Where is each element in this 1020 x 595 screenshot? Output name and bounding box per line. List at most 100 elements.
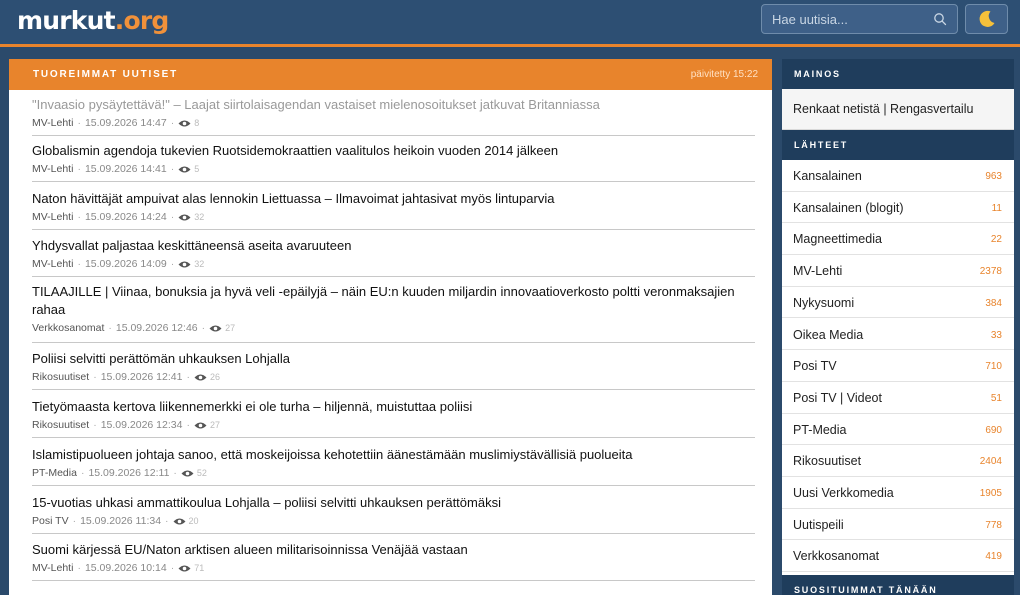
- view-count: 52: [196, 468, 207, 478]
- last-updated-label: päivitetty 15:22: [690, 69, 758, 80]
- news-source: Posi TV: [32, 515, 69, 527]
- view-count: 26: [209, 372, 220, 382]
- ad-section-title: MAINOS: [794, 69, 841, 79]
- meta-separator: ·: [93, 371, 97, 383]
- news-source: Rikosuutiset: [32, 419, 90, 431]
- meta-separator: ·: [72, 515, 77, 527]
- news-meta: MV-Lehti · 15.09.2026 10:14 · 71: [32, 562, 755, 574]
- source-item[interactable]: Uusi Verkkomedia 1905: [782, 477, 1014, 509]
- view-count: 27: [209, 420, 220, 430]
- source-count: 710: [985, 361, 1002, 373]
- eye-icon: [178, 166, 191, 172]
- moon-icon: [979, 10, 994, 27]
- source-item[interactable]: Verkkosanomat 419: [782, 540, 1014, 573]
- source-item[interactable]: Magneettimedia 22: [782, 223, 1014, 256]
- meta-separator: ·: [170, 211, 175, 223]
- meta-separator: ·: [170, 163, 175, 175]
- sources-section-title: LÄHTEET: [794, 140, 849, 150]
- source-count: 1905: [979, 488, 1002, 499]
- news-title-link[interactable]: Poliisi selvitti perättömän uhkauksen Lo…: [32, 351, 290, 366]
- search-input[interactable]: [762, 5, 932, 33]
- source-name: MV-Lehti: [793, 264, 843, 279]
- news-item: Islamistipuolueen johtaja sanoo, että mo…: [32, 446, 755, 486]
- news-title-link[interactable]: Suomi kärjessä EU/Naton arktisen alueen …: [32, 542, 468, 557]
- news-timestamp: 15.09.2026 12:46: [115, 322, 198, 334]
- news-meta: PT-Media · 15.09.2026 12:11 · 52: [32, 467, 755, 479]
- news-title-link[interactable]: Islamistipuolueen johtaja sanoo, että mo…: [32, 447, 633, 462]
- source-count: 963: [985, 171, 1002, 182]
- source-name: PT-Media: [793, 422, 847, 437]
- source-name: Verkkosanomat: [793, 549, 880, 564]
- meta-separator: ·: [77, 117, 81, 129]
- news-meta: Rikosuutiset · 15.09.2026 12:41 · 26: [32, 371, 755, 383]
- header-accent-line: [0, 44, 1020, 47]
- news-title-link[interactable]: Globalismin agendoja tukevien Ruotsidemo…: [32, 143, 558, 158]
- source-name: Nykysuomi: [793, 295, 855, 310]
- site-logo[interactable]: murkut.org: [17, 6, 169, 35]
- news-title-link[interactable]: Naton hävittäjät ampuivat alas lennokin …: [32, 191, 554, 206]
- news-title-link[interactable]: Yhdysvallat paljastaa keskittäneensä ase…: [32, 238, 351, 253]
- meta-separator: ·: [170, 117, 175, 129]
- source-name: Posi TV | Videot: [793, 390, 882, 405]
- theme-toggle-button[interactable]: [965, 4, 1008, 34]
- source-item[interactable]: PT-Media 690: [782, 414, 1014, 446]
- view-count: 71: [194, 563, 205, 573]
- news-source: PT-Media: [32, 467, 77, 479]
- eye-icon: [209, 325, 222, 331]
- news-timestamp: 15.09.2026 12:34: [100, 419, 183, 431]
- source-item[interactable]: Uutispeili 778: [782, 509, 1014, 541]
- eye-icon: [178, 261, 191, 267]
- source-item[interactable]: Posi TV 710: [782, 350, 1014, 382]
- source-count: 690: [985, 424, 1002, 436]
- source-item[interactable]: Kansalainen (blogit) 11: [782, 192, 1014, 224]
- news-timestamp: 15.09.2026 12:11: [88, 467, 170, 479]
- news-timestamp: 15.09.2026 10:14: [84, 562, 167, 574]
- source-item[interactable]: Rikosuutiset 2404: [782, 445, 1014, 477]
- source-item[interactable]: MV-Lehti 2378: [782, 255, 1014, 287]
- source-item[interactable]: Nykysuomi 384: [782, 287, 1014, 319]
- latest-news-panel: TUOREIMMAT UUTISET päivitetty 15:22 "Inv…: [9, 59, 772, 595]
- eye-icon: [194, 374, 207, 380]
- news-meta: MV-Lehti · 15.09.2026 14:24 · 32: [32, 211, 755, 223]
- sidebar: MAINOS Renkaat netistä | Rengasvertailu …: [782, 59, 1014, 595]
- view-count: 5: [194, 164, 200, 174]
- logo-tld-text: .org: [114, 6, 169, 35]
- news-timestamp: 15.09.2026 14:41: [84, 163, 167, 175]
- news-timestamp: 15.09.2026 11:34: [80, 515, 162, 527]
- news-title-link[interactable]: TILAAJILLE | Viinaa, bonuksia ja hyvä ve…: [32, 284, 735, 317]
- news-item: TILAAJILLE | Viinaa, bonuksia ja hyvä ve…: [32, 283, 755, 343]
- source-count: 384: [985, 297, 1002, 309]
- ad-link[interactable]: Renkaat netistä | Rengasvertailu: [782, 89, 1014, 130]
- meta-separator: ·: [201, 322, 206, 334]
- meta-separator: ·: [165, 515, 169, 527]
- meta-separator: ·: [77, 163, 81, 175]
- news-title-link[interactable]: 15-vuotias uhkasi ammattikoulua Lohjalla…: [32, 495, 501, 510]
- source-count: 33: [990, 329, 1002, 341]
- source-count: 51: [990, 392, 1002, 404]
- source-item[interactable]: Kansalainen 963: [782, 160, 1014, 192]
- source-count: 2404: [979, 456, 1002, 468]
- news-title-link[interactable]: Tietyömaasta kertova liikennemerkki ei o…: [32, 399, 472, 414]
- search-icon[interactable]: [933, 12, 947, 26]
- news-source: Rikosuutiset: [32, 371, 90, 383]
- view-count: 27: [225, 323, 236, 333]
- source-item[interactable]: Oikea Media 33: [782, 319, 1014, 351]
- view-count: 8: [194, 118, 200, 128]
- news-title-link[interactable]: "Invaasio pysäytettävä!" – Laajat siirto…: [32, 97, 600, 112]
- meta-separator: ·: [186, 371, 190, 383]
- news-meta: MV-Lehti · 15.09.2026 14:41 · 5: [32, 163, 755, 175]
- news-item: Suomi kärjessä EU/Naton arktisen alueen …: [32, 541, 755, 581]
- news-meta: MV-Lehti · 15.09.2026 14:47 · 8: [32, 117, 755, 129]
- source-item[interactable]: Posi TV | Videot 51: [782, 382, 1014, 414]
- eye-icon: [178, 214, 191, 220]
- news-source: MV-Lehti: [32, 211, 74, 223]
- sources-section-header: LÄHTEET: [782, 130, 1014, 160]
- eye-icon: [194, 422, 207, 428]
- meta-separator: ·: [173, 467, 177, 479]
- news-source: MV-Lehti: [32, 163, 74, 175]
- meta-separator: ·: [170, 562, 175, 574]
- popular-section-title: SUOSITUIMMAT TÄNÄÄN: [794, 585, 938, 595]
- view-count: 20: [188, 516, 199, 526]
- meta-separator: ·: [108, 322, 112, 334]
- view-count: 32: [194, 259, 205, 269]
